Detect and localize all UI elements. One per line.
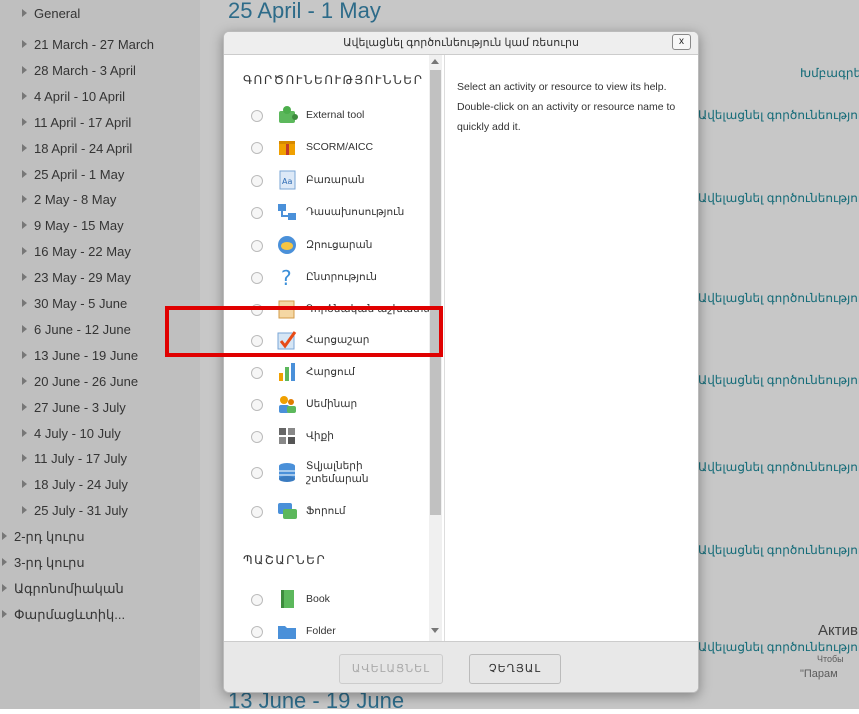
option-radio[interactable] xyxy=(251,431,263,443)
option-row[interactable]: Folder xyxy=(224,617,429,641)
scroll-down-icon[interactable] xyxy=(431,628,439,633)
survey-icon xyxy=(276,361,298,383)
option-label[interactable]: Book xyxy=(306,593,330,606)
dialog-title: Ավելացնել գործունեություն կամ ռեսուրս xyxy=(343,37,579,49)
svg-text:?: ? xyxy=(281,266,292,288)
puzzle-icon xyxy=(276,104,298,126)
cancel-button[interactable]: ՉԵՂՅԱԼ xyxy=(469,654,561,684)
option-radio[interactable] xyxy=(251,272,263,284)
option-row[interactable]: Դասախոսություն xyxy=(224,198,429,228)
option-radio[interactable] xyxy=(251,399,263,411)
option-row[interactable]: Զրուցարան xyxy=(224,231,429,261)
highlight-box xyxy=(165,306,443,357)
option-radio[interactable] xyxy=(251,467,263,479)
add-button[interactable]: ԱՎԵԼԱՑՆԵԼ xyxy=(339,654,443,684)
option-label[interactable]: Սեմինար xyxy=(306,398,357,411)
workshop-icon xyxy=(276,393,298,415)
option-row[interactable]: Ֆորում xyxy=(224,497,429,527)
help-panel: Select an activity or resource to view i… xyxy=(444,55,698,641)
option-label[interactable]: Folder xyxy=(306,625,336,638)
option-label[interactable]: Վիքի xyxy=(306,430,334,443)
book-icon xyxy=(276,588,298,610)
chat-icon xyxy=(276,234,298,256)
option-label[interactable]: Զրուցարան xyxy=(306,239,372,252)
close-button[interactable]: x xyxy=(672,34,691,50)
option-label[interactable]: SCORM/AICC xyxy=(306,141,373,154)
package-icon xyxy=(276,136,298,158)
option-radio[interactable] xyxy=(251,175,263,187)
option-label[interactable]: Հարցում xyxy=(306,366,355,379)
database-icon xyxy=(276,461,298,483)
activities-heading: ԳՈՐԾՈՒՆԵՈՒԹՅՈՒՆՆԵՐ xyxy=(243,73,424,87)
option-label[interactable]: Դասախոսություն xyxy=(306,206,404,219)
dialog-footer: ԱՎԵԼԱՑՆԵԼ ՉԵՂՅԱԼ xyxy=(224,641,698,692)
lesson-icon xyxy=(276,201,298,223)
option-radio[interactable] xyxy=(251,626,263,638)
option-row[interactable]: Վիքի xyxy=(224,422,429,452)
folder-icon xyxy=(276,620,298,641)
option-radio[interactable] xyxy=(251,240,263,252)
option-radio[interactable] xyxy=(251,367,263,379)
option-label[interactable]: Տվյալների շտեմարան xyxy=(306,460,376,486)
glossary-icon: Aa xyxy=(276,169,298,191)
option-radio[interactable] xyxy=(251,142,263,154)
option-label[interactable]: Ընտրություն xyxy=(306,271,377,284)
question-icon: ? xyxy=(276,266,298,290)
option-label[interactable]: Ֆորում xyxy=(306,505,345,518)
option-row[interactable]: External tool xyxy=(224,101,429,131)
help-text: Select an activity or resource to view i… xyxy=(457,81,676,133)
option-row[interactable]: ? Ընտրություն xyxy=(224,263,429,293)
scrollbar-thumb[interactable] xyxy=(430,70,441,515)
option-radio[interactable] xyxy=(251,110,263,122)
forum-icon xyxy=(276,500,298,522)
option-row[interactable]: Տվյալների շտեմարան xyxy=(224,458,429,488)
option-radio[interactable] xyxy=(251,594,263,606)
option-row[interactable]: Հարցում xyxy=(224,358,429,388)
option-label[interactable]: Բառարան xyxy=(306,174,365,187)
wiki-icon xyxy=(276,425,298,447)
svg-text:Aa: Aa xyxy=(282,177,292,186)
resources-heading: ՊԱՇԱՐՆԵՐ xyxy=(243,553,327,567)
option-row[interactable]: Book xyxy=(224,585,429,615)
option-row[interactable]: SCORM/AICC xyxy=(224,133,429,163)
dialog-header: Ավելացնել գործունեություն կամ ռեսուրս x xyxy=(224,32,698,55)
option-row[interactable]: Aa Բառարան xyxy=(224,166,429,196)
option-radio[interactable] xyxy=(251,207,263,219)
add-activity-dialog: Ավելացնել գործունեություն կամ ռեսուրս x … xyxy=(223,31,699,693)
scroll-up-icon[interactable] xyxy=(431,59,439,64)
option-row[interactable]: Սեմինար xyxy=(224,390,429,420)
option-label[interactable]: External tool xyxy=(306,109,364,122)
option-radio[interactable] xyxy=(251,506,263,518)
